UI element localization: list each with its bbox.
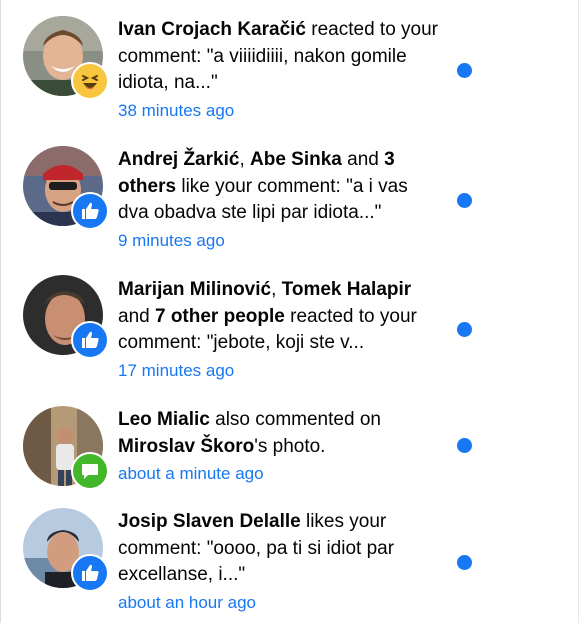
notification-text: Marijan Milinović, Tomek Halapir and 7 o… <box>118 277 438 383</box>
separator: , <box>239 149 250 170</box>
unread-dot[interactable] <box>457 438 472 453</box>
actor-name[interactable]: Andrej Žarkić <box>118 149 239 170</box>
notification-item[interactable]: Ivan Crojach Karačić reacted to your com… <box>0 0 578 130</box>
notification-time[interactable]: about an hour ago <box>118 591 438 615</box>
notification-time[interactable]: about a minute ago <box>118 462 438 486</box>
actor-others[interactable]: 7 other people <box>155 306 285 327</box>
unread-dot[interactable] <box>457 63 472 78</box>
like-icon <box>71 192 109 230</box>
notification-item[interactable]: Leo Mialic also commented on Miroslav Šk… <box>0 390 578 502</box>
notification-text: Andrej Žarkić, Abe Sinka and 3 others li… <box>118 147 438 253</box>
notification-item[interactable]: Josip Slaven Delalle likes your comment:… <box>0 502 578 623</box>
unread-dot[interactable] <box>457 322 472 337</box>
notification-item[interactable]: Marijan Milinović, Tomek Halapir and 7 o… <box>0 260 578 390</box>
like-icon <box>71 554 109 592</box>
notification-message: also commented on <box>209 409 381 430</box>
avatar-wrap[interactable] <box>23 146 109 230</box>
separator: and <box>341 149 385 170</box>
comment-icon <box>71 452 109 490</box>
notification-time[interactable]: 38 minutes ago <box>118 99 438 123</box>
notification-message: 's photo. <box>254 435 326 457</box>
haha-icon <box>71 62 109 100</box>
notification-item[interactable]: Andrej Žarkić, Abe Sinka and 3 others li… <box>0 130 578 260</box>
like-icon <box>71 321 109 359</box>
notification-text: Leo Mialic also commented on Miroslav Šk… <box>118 407 438 486</box>
actor-name[interactable]: Abe Sinka <box>250 149 342 170</box>
avatar-wrap[interactable] <box>23 16 109 100</box>
separator: and <box>118 305 155 327</box>
notification-text: Ivan Crojach Karačić reacted to your com… <box>118 17 438 123</box>
unread-dot[interactable] <box>457 555 472 570</box>
avatar-wrap[interactable] <box>23 275 109 359</box>
notification-time[interactable]: 9 minutes ago <box>118 229 438 253</box>
actor-name[interactable]: Tomek Halapir <box>282 279 412 300</box>
actor-name[interactable]: Marijan Milinović <box>118 279 271 300</box>
avatar-wrap[interactable] <box>23 508 109 592</box>
actor-name[interactable]: Miroslav Škoro <box>118 436 254 457</box>
actor-name[interactable]: Josip Slaven Delalle <box>118 511 301 532</box>
separator: , <box>271 279 282 300</box>
unread-dot[interactable] <box>457 193 472 208</box>
actor-name[interactable]: Ivan Crojach Karačić <box>118 19 306 40</box>
notification-time[interactable]: 17 minutes ago <box>118 359 438 383</box>
actor-name[interactable]: Leo Mialic <box>118 409 210 430</box>
notifications-panel: Ivan Crojach Karačić reacted to your com… <box>0 0 579 623</box>
notification-text: Josip Slaven Delalle likes your comment:… <box>118 509 438 615</box>
avatar-wrap[interactable] <box>23 406 109 490</box>
